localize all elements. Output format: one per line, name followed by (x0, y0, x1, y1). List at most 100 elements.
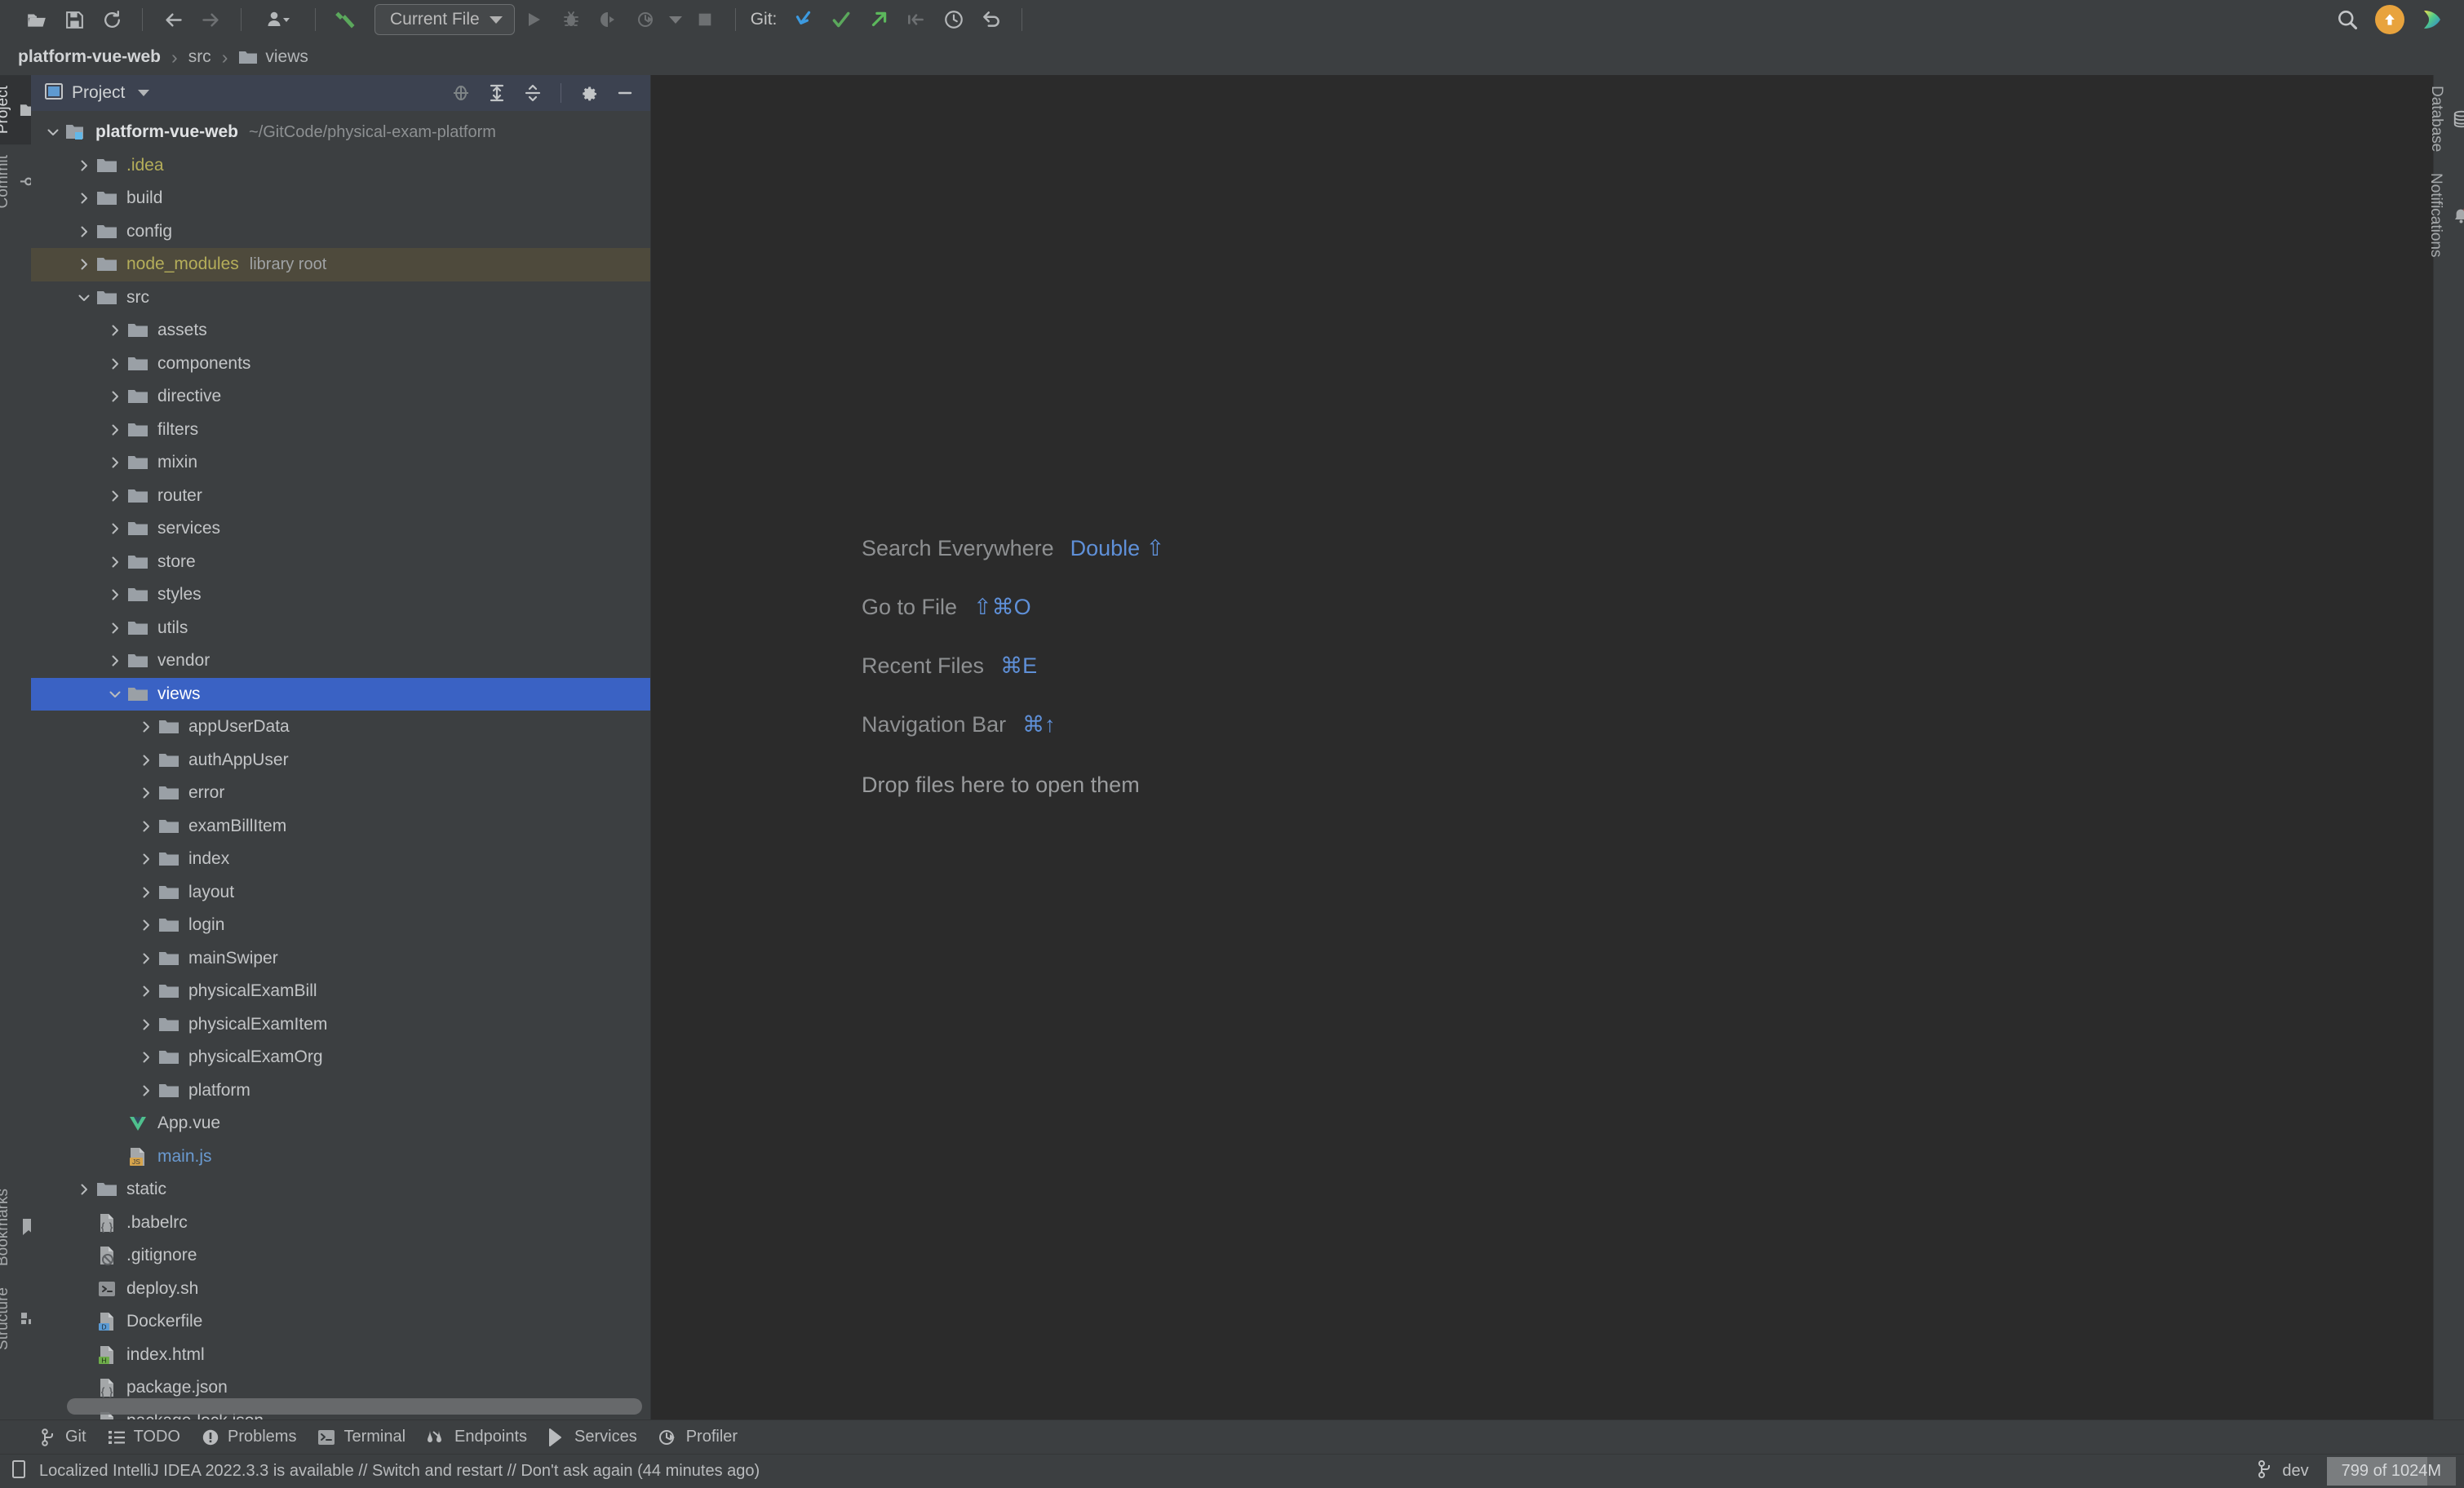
rollback-icon[interactable] (973, 3, 1010, 36)
notification-event-log-icon[interactable] (10, 1459, 28, 1483)
search-icon[interactable] (2329, 3, 2366, 36)
tree-row[interactable]: .babelrc (31, 1207, 650, 1240)
gear-icon[interactable] (575, 79, 603, 107)
project-tree[interactable]: platform-vue-web ~/GitCode/physical-exam-… (31, 111, 650, 1419)
tree-row[interactable]: config (31, 215, 650, 249)
tree-row[interactable]: deploy.sh (31, 1273, 650, 1306)
tool-window-button-todo[interactable]: TODO (100, 1424, 193, 1450)
chevron-right-icon[interactable] (135, 1083, 157, 1098)
tree-row[interactable]: error (31, 777, 650, 810)
forward-arrow-icon[interactable] (192, 3, 229, 36)
chevron-right-icon[interactable] (135, 1017, 157, 1032)
run-configuration-selector[interactable]: Current File (374, 4, 515, 35)
tree-row[interactable]: App.vue (31, 1107, 650, 1140)
chevron-right-icon[interactable] (104, 555, 126, 569)
status-branch[interactable]: dev (2258, 1459, 2309, 1483)
profile-dropdown-icon[interactable] (665, 3, 686, 36)
chevron-right-icon[interactable] (104, 587, 126, 602)
tree-row[interactable]: .idea (31, 149, 650, 183)
chevron-right-icon[interactable] (104, 356, 126, 371)
tree-row[interactable]: authAppUser (31, 744, 650, 777)
ide-feature-icon[interactable] (2413, 3, 2451, 36)
tree-row[interactable]: node_modules library root (31, 248, 650, 281)
collapse-all-icon[interactable] (519, 79, 547, 107)
back-arrow-icon[interactable] (154, 3, 192, 36)
expand-all-icon[interactable] (483, 79, 511, 107)
save-icon[interactable] (55, 3, 93, 36)
open-folder-icon[interactable] (18, 3, 55, 36)
tree-row[interactable]: index (31, 843, 650, 876)
tree-row[interactable]: mixin (31, 446, 650, 480)
tree-row[interactable]: views (31, 677, 650, 711)
memory-indicator[interactable]: 799 of 1024M (2326, 1457, 2456, 1486)
tool-window-button-services[interactable]: Services (540, 1424, 650, 1450)
breadcrumb-project[interactable]: platform-vue-web (18, 47, 161, 67)
tree-row[interactable]: src (31, 281, 650, 315)
tree-row[interactable]: appUserData (31, 711, 650, 744)
tree-row[interactable]: vendor (31, 644, 650, 678)
tree-row[interactable]: JS main.js (31, 1140, 650, 1174)
tree-row[interactable]: examBillItem (31, 810, 650, 844)
chevron-right-icon[interactable] (104, 653, 126, 668)
pull-request-icon[interactable] (897, 3, 935, 36)
tree-row[interactable]: login (31, 909, 650, 942)
tree-row[interactable]: .gitignore (31, 1239, 650, 1273)
tool-window-button-endpoints[interactable]: Endpoints (419, 1424, 540, 1450)
tool-window-button-profiler[interactable]: Profiler (650, 1424, 751, 1450)
chevron-right-icon[interactable] (104, 521, 126, 536)
chevron-right-icon[interactable] (135, 885, 157, 900)
tree-row[interactable]: static (31, 1173, 650, 1207)
update-available-icon[interactable] (2371, 3, 2409, 36)
sidebar-item-notifications[interactable]: Notifications (2426, 162, 2464, 268)
chevron-right-icon[interactable] (73, 158, 95, 173)
breadcrumb-views[interactable]: views (238, 47, 308, 67)
breadcrumb-src[interactable]: src (188, 47, 211, 67)
chevron-right-icon[interactable] (104, 323, 126, 338)
chevron-right-icon[interactable] (104, 621, 126, 636)
tree-row[interactable]: components (31, 348, 650, 381)
locate-target-icon[interactable] (447, 79, 475, 107)
stop-icon[interactable] (686, 3, 724, 36)
chevron-right-icon[interactable] (135, 786, 157, 800)
history-icon[interactable] (935, 3, 973, 36)
chevron-down-icon[interactable] (73, 290, 95, 305)
tree-row[interactable]: physicalExamOrg (31, 1041, 650, 1074)
tree-row[interactable]: physicalExamBill (31, 975, 650, 1008)
minimize-icon[interactable] (611, 79, 639, 107)
sync-icon[interactable] (93, 3, 131, 36)
status-message[interactable]: Localized IntelliJ IDEA 2022.3.3 is avai… (39, 1462, 760, 1481)
push-icon[interactable] (860, 3, 897, 36)
tool-window-button-git[interactable]: Git (33, 1424, 100, 1450)
tree-row[interactable]: platform-vue-web ~/GitCode/physical-exam-… (31, 116, 650, 149)
chevron-right-icon[interactable] (73, 224, 95, 239)
tree-row[interactable]: styles (31, 578, 650, 612)
chevron-right-icon[interactable] (135, 753, 157, 768)
chevron-right-icon[interactable] (135, 852, 157, 866)
tree-row[interactable]: physicalExamItem (31, 1008, 650, 1042)
tree-row[interactable]: store (31, 546, 650, 579)
tool-window-button-problems[interactable]: Problems (193, 1424, 309, 1450)
profile-icon[interactable] (627, 3, 665, 36)
chevron-right-icon[interactable] (104, 423, 126, 437)
update-project-icon[interactable] (785, 3, 822, 36)
tree-row[interactable]: layout (31, 876, 650, 910)
chevron-right-icon[interactable] (104, 455, 126, 470)
chevron-down-icon[interactable] (104, 687, 126, 702)
chevron-right-icon[interactable] (73, 191, 95, 206)
run-coverage-icon[interactable] (590, 3, 627, 36)
tree-row[interactable]: utils (31, 612, 650, 645)
chevron-right-icon[interactable] (135, 1050, 157, 1065)
tree-row[interactable]: D Dockerfile (31, 1305, 650, 1339)
tree-row[interactable]: assets (31, 314, 650, 348)
chevron-right-icon[interactable] (135, 951, 157, 966)
build-hammer-icon[interactable] (327, 3, 365, 36)
project-tree-horizontal-scrollbar[interactable] (67, 1398, 642, 1415)
tree-row[interactable]: mainSwiper (31, 942, 650, 976)
tool-window-button-terminal[interactable]: Terminal (309, 1424, 419, 1450)
tree-row[interactable]: platform (31, 1074, 650, 1108)
tree-row[interactable]: services (31, 512, 650, 546)
tree-row[interactable]: directive (31, 380, 650, 414)
chevron-right-icon[interactable] (135, 720, 157, 734)
tree-row[interactable]: router (31, 480, 650, 513)
chevron-right-icon[interactable] (104, 489, 126, 503)
